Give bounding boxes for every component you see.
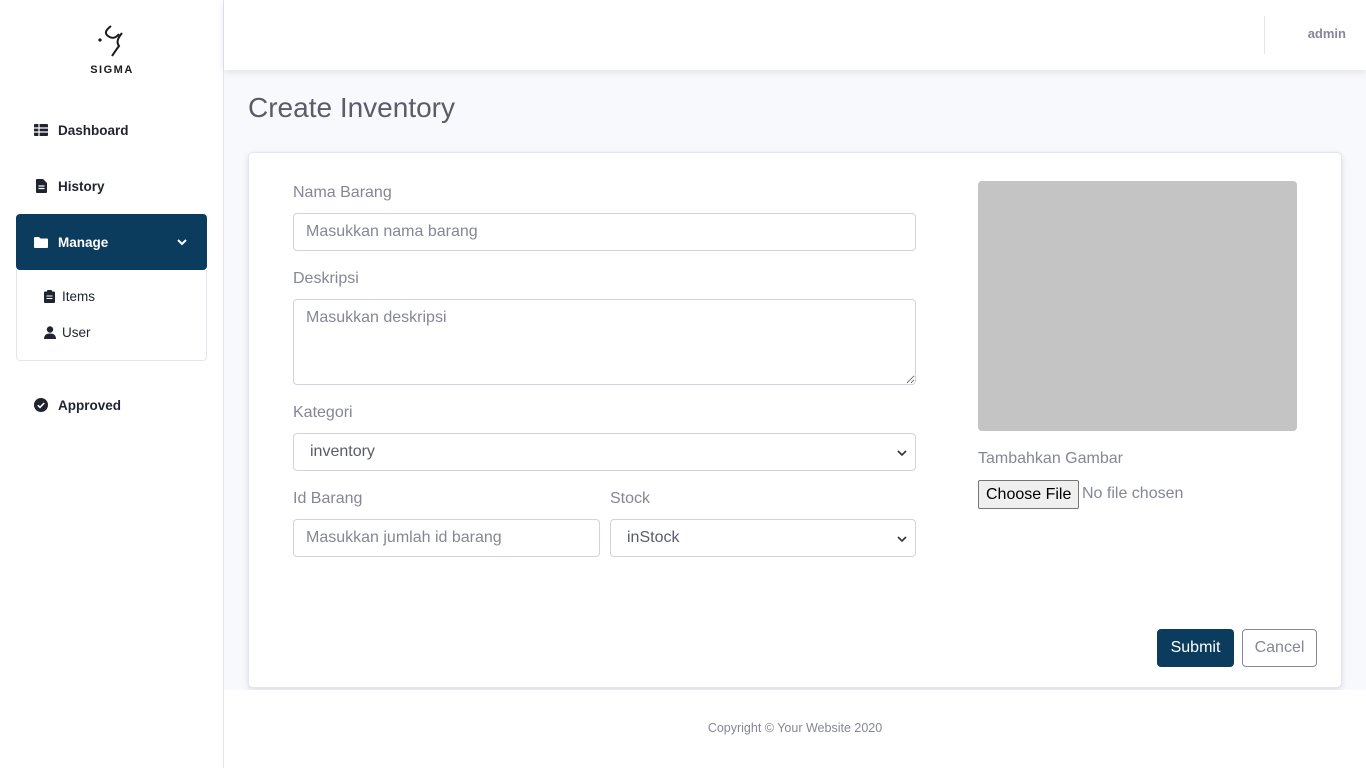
choose-file-button[interactable]: Choose File [978,480,1080,509]
deskripsi-input[interactable] [293,299,916,385]
image-preview [978,181,1297,431]
check-circle-icon [34,398,48,412]
kategori-label: Kategori [293,404,353,421]
id-barang-input[interactable] [293,519,600,557]
footer: Copyright © Your Website 2020 [224,690,1366,768]
sidebar: SIGMA Dashboard History Manage Items Use… [0,0,224,768]
tambahkan-gambar-label: Tambahkan Gambar [978,450,1123,467]
stock-label: Stock [610,490,651,507]
copyright-text: Copyright © Your Website 2020 [707,721,883,735]
submenu-item-items[interactable]: Items [44,285,95,307]
sigma-logo-icon [98,25,123,57]
sidebar-item-manage[interactable]: Manage [16,214,207,270]
manage-submenu: Items User [16,270,207,361]
kategori-selected-value: inventory [310,443,375,460]
sidebar-item-dashboard[interactable]: Dashboard [16,102,207,158]
nama-barang-input[interactable] [293,213,916,251]
id-barang-label: Id Barang [293,490,363,507]
nama-barang-label: Nama Barang [293,184,392,201]
submenu-item-label: User [62,324,91,340]
sidebar-item-history[interactable]: History [16,158,207,214]
page-title: Create Inventory [248,92,455,123]
chevron-down-icon [177,239,187,246]
file-icon [34,179,48,193]
sidebar-item-label: Dashboard [58,122,129,138]
folder-icon [34,235,48,249]
table-icon [34,123,48,137]
deskripsi-label: Deskripsi [293,270,359,287]
sidebar-item-approved[interactable]: Approved [16,377,207,433]
clipboard-icon [44,290,56,303]
file-status-text: No file chosen [1082,485,1184,502]
kategori-select[interactable]: inventory [293,433,916,471]
cancel-button[interactable]: Cancel [1242,629,1317,667]
submenu-item-label: Items [62,288,96,304]
stock-select[interactable]: inStock [610,519,916,557]
brand-name: SIGMA [90,64,134,76]
topbar-divider [1264,16,1265,54]
brand[interactable]: SIGMA [0,20,224,76]
sidebar-item-label: History [58,178,105,194]
user-icon [44,326,56,339]
sidebar-item-label: Manage [58,234,109,250]
stock-selected-value: inStock [627,529,680,546]
topbar: admin [224,0,1366,70]
sidebar-item-label: Approved [58,397,122,413]
chevron-down-icon [897,536,907,543]
submenu-item-user[interactable]: User [44,321,91,343]
submit-button[interactable]: Submit [1157,629,1234,667]
chevron-down-icon [897,450,907,457]
user-menu[interactable]: admin [1308,26,1346,41]
